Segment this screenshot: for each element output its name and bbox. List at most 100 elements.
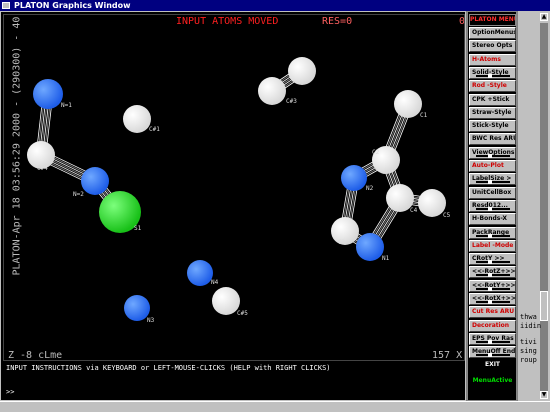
menu-slider[interactable] bbox=[476, 73, 510, 78]
atom-label: C#3 bbox=[286, 98, 297, 105]
background-text-fragment: thwa bbox=[520, 313, 537, 321]
menu-item[interactable]: EPS Pov Ras bbox=[469, 332, 516, 345]
atom-sphere[interactable] bbox=[187, 260, 213, 286]
atom-label: S1 bbox=[134, 225, 142, 232]
status-bar bbox=[0, 401, 550, 412]
atom-label: N=2 bbox=[73, 191, 84, 198]
menu-item-label: Cut Res ARU bbox=[472, 308, 515, 316]
menu-title: PLATON MENU bbox=[469, 14, 516, 26]
menu-item[interactable]: <<-RotX+>> bbox=[469, 293, 516, 305]
menu-item[interactable]: <<-RotY+>> bbox=[469, 279, 516, 292]
slider-knob[interactable] bbox=[488, 286, 492, 291]
slider-knob[interactable] bbox=[488, 180, 492, 185]
menu-item[interactable]: Label -Mode bbox=[469, 239, 516, 252]
menu-item[interactable]: Stick-Style bbox=[469, 120, 516, 133]
menu-item[interactable]: Decoration bbox=[469, 319, 516, 332]
instruction-console[interactable]: INPUT INSTRUCTIONS via KEYBOARD or LEFT-… bbox=[3, 362, 465, 400]
menu-item-label: CPK +Stick bbox=[472, 95, 510, 103]
menu-item[interactable]: <<-RotZ+>> bbox=[469, 266, 516, 279]
atom-sphere[interactable] bbox=[394, 90, 422, 118]
residue-readout: RES=0 bbox=[322, 16, 353, 27]
title-bar: PLATON Graphics Window bbox=[0, 0, 550, 11]
menu-item[interactable]: MenuOff End bbox=[469, 346, 516, 359]
slider-knob[interactable] bbox=[488, 153, 492, 158]
menu-item-label: Stick-Style bbox=[472, 122, 509, 130]
atom-label: C4 bbox=[410, 207, 418, 214]
atom-sphere[interactable] bbox=[418, 189, 446, 217]
atom-label: N4 bbox=[211, 279, 219, 286]
menu-item[interactable]: Cut Res ARU bbox=[469, 306, 516, 319]
background-text-fragment: tivi bbox=[520, 338, 537, 346]
atom-label: N3 bbox=[147, 317, 155, 324]
graphics-window: INPUT ATOMS MOVED RES=0 0 PLATON-Apr 18 … bbox=[0, 11, 466, 401]
menu-item[interactable]: H-Bonds-X bbox=[469, 213, 516, 226]
menu-item[interactable]: H-Atoms bbox=[469, 53, 516, 66]
atom-sphere[interactable] bbox=[212, 287, 240, 315]
menu-slider[interactable] bbox=[476, 180, 510, 185]
scroll-down-arrow-icon[interactable]: ▼ bbox=[540, 391, 548, 399]
background-text-fragment: sing bbox=[520, 347, 537, 355]
atom-sphere[interactable] bbox=[356, 233, 384, 261]
z-readout: Z -8 cLme bbox=[8, 350, 63, 361]
menu-item[interactable]: CPK +Stick bbox=[469, 93, 516, 106]
menu-item-label: Decoration bbox=[472, 321, 510, 329]
atom-label: C#4 bbox=[37, 165, 48, 172]
scrollbar-thumb[interactable] bbox=[540, 291, 548, 321]
slider-knob[interactable] bbox=[488, 273, 492, 278]
command-prompt[interactable]: >> bbox=[6, 388, 14, 396]
menu-item[interactable]: Auto-Plot bbox=[469, 160, 516, 172]
atom-sphere[interactable] bbox=[81, 167, 109, 195]
menu-slider[interactable] bbox=[476, 260, 510, 265]
menu-item[interactable]: BWC Res ARU bbox=[469, 133, 516, 146]
side-info-text: PLATON-Apr 18 03:56:29 2000 - (290300) -… bbox=[11, 14, 23, 276]
menu-slider[interactable] bbox=[476, 273, 510, 278]
atom-sphere[interactable] bbox=[288, 57, 316, 85]
slider-knob[interactable] bbox=[488, 206, 492, 211]
menu-item[interactable]: Resd012... bbox=[469, 199, 516, 212]
menu-item-label: OptionMenus bbox=[472, 29, 516, 36]
atom-sphere[interactable] bbox=[33, 79, 63, 109]
atom-sphere[interactable] bbox=[258, 77, 286, 105]
slider-knob[interactable] bbox=[488, 233, 492, 238]
menu-slider[interactable] bbox=[476, 353, 510, 358]
atom-label: N2 bbox=[366, 185, 374, 192]
slider-knob[interactable] bbox=[488, 300, 492, 304]
menu-status: MenuActive bbox=[472, 377, 513, 384]
menu-item[interactable]: UnitCellBox bbox=[469, 186, 516, 199]
menu-item[interactable]: Rod -Style bbox=[469, 80, 516, 93]
platon-menu: PLATON MENU EXIT MenuActive OptionMenus S… bbox=[467, 11, 517, 401]
menu-item[interactable]: LabelSize > bbox=[469, 173, 516, 186]
menu-slider[interactable] bbox=[476, 153, 510, 158]
background-text-fragment: roup bbox=[520, 356, 537, 364]
atom-sphere[interactable] bbox=[123, 105, 151, 133]
menu-item-label: Straw-Style bbox=[472, 108, 512, 116]
atom-label: N1 bbox=[382, 255, 390, 262]
menu-item[interactable]: ViewOptions bbox=[469, 146, 516, 159]
menu-item[interactable]: Solid-Style bbox=[469, 66, 516, 79]
atom-label: C#5 bbox=[237, 310, 248, 317]
menu-slider[interactable] bbox=[476, 206, 510, 211]
menu-slider[interactable] bbox=[476, 286, 510, 291]
scrollbar-track[interactable] bbox=[540, 23, 548, 397]
molecule-canvas[interactable]: INPUT ATOMS MOVED RES=0 0 PLATON-Apr 18 … bbox=[3, 14, 465, 361]
slider-knob[interactable] bbox=[488, 73, 492, 78]
menu-item[interactable]: Straw-Style bbox=[469, 106, 516, 119]
slider-knob[interactable] bbox=[488, 260, 492, 265]
slider-knob[interactable] bbox=[488, 353, 492, 358]
exit-button[interactable]: EXIT bbox=[469, 361, 516, 368]
menu-item-label: H-Atoms bbox=[472, 55, 501, 63]
slider-knob[interactable] bbox=[488, 339, 492, 344]
background-text-fragment: iidin bbox=[520, 322, 542, 330]
scroll-up-arrow-icon[interactable]: ▲ bbox=[540, 13, 548, 21]
menu-item-label: Label -Mode bbox=[472, 241, 514, 249]
atom-label: C5 bbox=[443, 212, 451, 219]
menu-item[interactable]: OptionMenus bbox=[469, 27, 516, 39]
menu-slider[interactable] bbox=[476, 233, 510, 238]
menu-slider[interactable] bbox=[476, 339, 510, 344]
window-title: PLATON Graphics Window bbox=[14, 1, 131, 10]
atom-sphere[interactable] bbox=[341, 165, 367, 191]
menu-slider[interactable] bbox=[476, 300, 510, 304]
menu-item[interactable]: Stereo Opts bbox=[469, 40, 516, 53]
menu-item[interactable]: PackRange bbox=[469, 226, 516, 239]
menu-item[interactable]: CRotY >> bbox=[469, 253, 516, 266]
